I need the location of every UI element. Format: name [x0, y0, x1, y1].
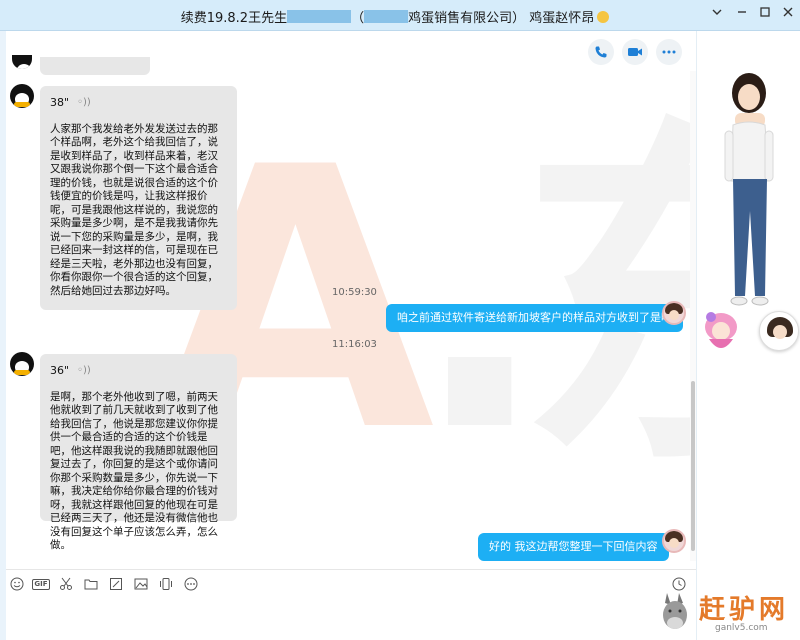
- title-bar: 续费19.8.2王先生 （ 鸡蛋销售有限公司） 鸡蛋赵怀昂: [0, 0, 800, 31]
- message-timestamp: 10:59:30: [332, 287, 377, 298]
- maximize-button[interactable]: [756, 6, 774, 24]
- chevron-down-icon[interactable]: [708, 6, 726, 24]
- sender-avatar[interactable]: [12, 55, 32, 69]
- title-group-name: 鸡蛋赵怀昂: [529, 11, 595, 26]
- chat-message-area[interactable]: A.东昂 38" ◦)) 人家那个我发给老外发发送过去的那个样品啊，老外这个给我…: [6, 31, 696, 569]
- crown-icon: [597, 11, 610, 23]
- previous-message-bubble: [40, 57, 150, 75]
- input-toolbar: GIF: [6, 569, 696, 597]
- image-icon[interactable]: [132, 575, 150, 593]
- window-title: 续费19.8.2王先生 （ 鸡蛋销售有限公司） 鸡蛋赵怀昂: [0, 7, 790, 26]
- chat-header-actions: [588, 39, 682, 65]
- voice-duration: 36": [50, 364, 70, 377]
- my-avatar[interactable]: [662, 529, 686, 553]
- folder-icon[interactable]: [82, 575, 100, 593]
- voice-transcript: 是啊，那个老外他收到了嗯，前两天他就收到了前几天就收到了收到了他给我回信了，他说…: [50, 390, 218, 552]
- title-open-paren: （: [351, 11, 365, 26]
- voice-duration: 38": [50, 96, 70, 109]
- title-contact-name: 续费19.8.2王先生: [180, 11, 288, 26]
- scissors-icon[interactable]: [57, 575, 75, 593]
- redaction-block: [364, 10, 409, 23]
- voice-length[interactable]: 38" ◦)): [50, 96, 227, 110]
- minimize-button[interactable]: [733, 6, 751, 24]
- image-edit-icon[interactable]: [107, 575, 125, 593]
- voice-message-bubble[interactable]: 38" ◦)) 人家那个我发给老外发发送过去的那个样品啊，老外这个给我回信了，说…: [40, 86, 237, 310]
- sent-message-bubble[interactable]: 好的 我这边帮您整理一下回信内容: [478, 533, 669, 561]
- video-icon[interactable]: [622, 39, 648, 65]
- voice-message-bubble[interactable]: 36" ◦)) 是啊，那个老外他收到了嗯，前两天他就收到了前几天就收到了收到了他…: [40, 354, 237, 551]
- voice-wave-icon: ◦)): [77, 365, 91, 376]
- watermark: A.东昂: [156, 91, 696, 510]
- voice-transcript: 人家那个我发给老外发发送过去的那个样品啊，老外这个给我回信了，说是收到样品了，收…: [50, 122, 218, 297]
- site-watermark: 赶驴网 ganlv5.com: [655, 587, 800, 640]
- site-url: ganlv5.com: [715, 623, 768, 633]
- title-close-paren: ）: [512, 11, 526, 26]
- voice-wave-icon: ◦)): [77, 97, 91, 108]
- emoji-icon[interactable]: [8, 575, 26, 593]
- self-avatar[interactable]: [759, 311, 799, 351]
- donkey-logo-icon: [663, 593, 687, 629]
- site-name: 赶驴网: [699, 595, 790, 625]
- more-icon[interactable]: [182, 575, 200, 593]
- shake-icon[interactable]: [157, 575, 175, 593]
- more-icon[interactable]: [656, 39, 682, 65]
- title-company: 鸡蛋销售有限公司: [408, 11, 513, 26]
- gif-icon[interactable]: GIF: [31, 575, 51, 593]
- message-input[interactable]: [6, 597, 696, 640]
- scrollbar-thumb[interactable]: [691, 381, 695, 551]
- sender-avatar[interactable]: [10, 352, 34, 376]
- gif-label: GIF: [32, 578, 50, 590]
- voice-length[interactable]: 36" ◦)): [50, 364, 227, 378]
- my-avatar[interactable]: [662, 301, 686, 325]
- avatar-show-figure: [724, 73, 774, 306]
- phone-icon[interactable]: [588, 39, 614, 65]
- message-timestamp: 11:16:03: [332, 339, 377, 350]
- sender-avatar[interactable]: [10, 84, 34, 108]
- redaction-block: [287, 10, 352, 23]
- pet-icon[interactable]: [699, 309, 743, 357]
- sent-message-bubble[interactable]: 咱之前通过软件寄送给新加坡客户的样品对方收到了是吗: [386, 304, 683, 332]
- avatar-face: [773, 325, 787, 339]
- close-button[interactable]: [779, 6, 797, 24]
- show-panel: [696, 31, 800, 640]
